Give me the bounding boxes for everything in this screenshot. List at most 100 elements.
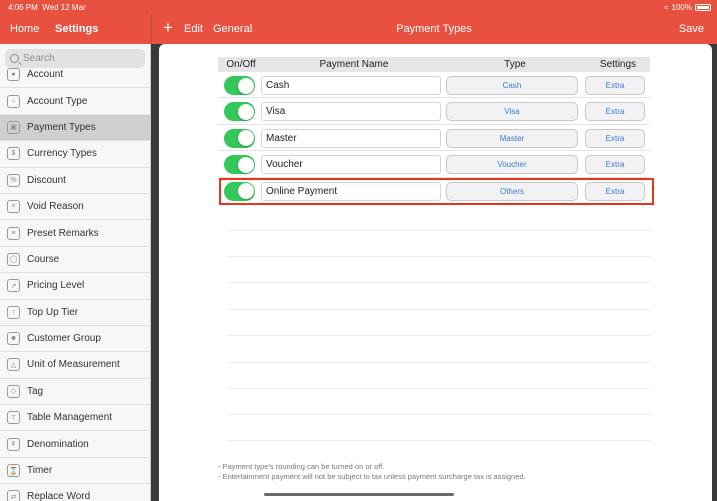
row-divider xyxy=(227,230,650,231)
sidebar: ● Account ○ Account Type ▣ Payment Types $ C… xyxy=(0,44,151,501)
sidebar-item-label: Unit of Measurement xyxy=(27,359,120,371)
sidebar-item-label: Payment Types xyxy=(27,121,96,133)
table-header: On/Off Payment Name Type Settings xyxy=(218,57,650,72)
course-icon: ◯ xyxy=(7,252,20,266)
enable-toggle[interactable] xyxy=(224,128,255,148)
sidebar-item-top-up-tier[interactable]: ↑ Top Up Tier xyxy=(0,300,150,326)
percent-icon: % xyxy=(7,173,20,187)
measure-icon: △ xyxy=(7,358,20,372)
add-icon[interactable]: + xyxy=(163,19,173,36)
battery-icon xyxy=(695,4,711,11)
search-input[interactable] xyxy=(23,53,133,64)
sidebar-item-label: Timer xyxy=(27,465,53,477)
status-bar: 4:06 PM Wed 12 Mar ≈ 100% xyxy=(0,0,717,14)
sidebar-item-pricing-level[interactable]: ↗ Pricing Level xyxy=(0,273,150,300)
type-button[interactable]: Others xyxy=(446,181,578,201)
enable-toggle[interactable] xyxy=(224,155,255,175)
general-button[interactable]: General xyxy=(213,23,252,35)
main-content: On/Off Payment Name Type Settings Cash C… xyxy=(159,44,712,501)
enable-toggle[interactable] xyxy=(224,76,255,95)
row-divider xyxy=(227,256,650,257)
sidebar-item-label: Replace Word xyxy=(27,491,91,501)
sidebar-item-label: Tag xyxy=(27,385,44,397)
sidebar-item-label: Top Up Tier xyxy=(27,306,79,318)
account-type-icon: ○ xyxy=(7,94,20,108)
row-divider xyxy=(227,440,650,441)
footnote-line: - Entertainment payment will not be subj… xyxy=(218,472,526,481)
edit-button[interactable]: Edit xyxy=(184,23,203,35)
extra-button[interactable]: Extra xyxy=(585,128,645,148)
status-battery: ≈ 100% xyxy=(664,3,711,12)
price-tag-icon: ↗ xyxy=(7,279,20,293)
search-bar[interactable] xyxy=(5,49,145,68)
payment-name-field[interactable]: Online Payment xyxy=(261,181,441,201)
sidebar-item-account-type[interactable]: ○ Account Type xyxy=(0,88,150,115)
row-divider xyxy=(227,335,650,336)
sidebar-item-course[interactable]: ◯ Course xyxy=(0,247,150,274)
extra-button[interactable]: Extra xyxy=(585,76,645,95)
sidebar-item-void-reason[interactable]: × Void Reason xyxy=(0,194,150,221)
sidebar-item-label: Denomination xyxy=(27,438,89,450)
sidebar-item-label: Customer Group xyxy=(27,333,101,345)
settings-title: Settings xyxy=(55,23,99,35)
row-divider xyxy=(227,414,650,415)
table-row: Voucher Voucher Extra xyxy=(218,151,650,178)
extra-button[interactable]: Extra xyxy=(585,102,645,122)
header-settings: Settings xyxy=(599,59,637,70)
coin-icon: ¢ xyxy=(7,437,20,451)
type-button[interactable]: Voucher xyxy=(446,155,578,175)
topbar-divider xyxy=(151,14,152,44)
save-button[interactable]: Save xyxy=(679,23,704,35)
page-title: Payment Types xyxy=(396,23,472,35)
payment-name-field[interactable]: Visa xyxy=(261,102,441,122)
footnote: - Payment type's rounding can be turned … xyxy=(218,462,526,482)
header-payment-name: Payment Name xyxy=(319,59,389,70)
sidebar-item-discount[interactable]: % Discount xyxy=(0,168,150,194)
table-row: Online Payment Others Extra xyxy=(218,178,650,204)
hourglass-icon: ⌛ xyxy=(7,464,20,478)
currency-icon: $ xyxy=(7,147,20,161)
search-icon xyxy=(10,54,19,63)
extra-button[interactable]: Extra xyxy=(585,181,645,201)
sidebar-item-timer[interactable]: ⌛ Timer xyxy=(0,458,150,485)
replace-icon: ⇄ xyxy=(7,490,20,501)
type-button[interactable]: Cash xyxy=(446,76,578,95)
top-up-icon: ↑ xyxy=(7,305,20,319)
enable-toggle[interactable] xyxy=(224,102,255,122)
home-button[interactable]: Home xyxy=(10,23,39,35)
sidebar-item-denomination[interactable]: ¢ Denomination xyxy=(0,431,150,458)
sidebar-item-currency-types[interactable]: $ Currency Types xyxy=(0,141,150,168)
home-indicator xyxy=(264,493,454,496)
status-time: 4:06 PM Wed 12 Mar xyxy=(8,3,86,12)
table-icon: ⊤ xyxy=(7,411,20,425)
sidebar-item-unit-of-measurement[interactable]: △ Unit of Measurement xyxy=(0,352,150,379)
table-row: Visa Visa Extra xyxy=(218,98,650,125)
type-button[interactable]: Visa xyxy=(446,102,578,122)
group-icon: ☻ xyxy=(7,332,20,346)
row-divider xyxy=(227,362,650,363)
wallet-icon: ▣ xyxy=(7,120,20,134)
user-icon: ● xyxy=(7,68,20,82)
void-icon: × xyxy=(7,200,20,214)
sidebar-item-customer-group[interactable]: ☻ Customer Group xyxy=(0,326,150,353)
sidebar-item-preset-remarks[interactable]: ≡ Preset Remarks xyxy=(0,220,150,247)
payment-name-field[interactable]: Master xyxy=(261,128,441,148)
sidebar-item-tag[interactable]: ◇ Tag xyxy=(0,379,150,406)
type-button[interactable]: Master xyxy=(446,128,578,148)
sidebar-item-table-management[interactable]: ⊤ Table Management xyxy=(0,405,150,432)
sidebar-item-label: Table Management xyxy=(27,412,113,424)
row-divider xyxy=(227,309,650,310)
row-divider xyxy=(227,282,650,283)
table-row: Master Master Extra xyxy=(218,125,650,152)
sidebar-item-payment-types[interactable]: ▣ Payment Types xyxy=(0,114,150,142)
sidebar-item-label: Pricing Level xyxy=(27,280,85,292)
payment-name-field[interactable]: Voucher xyxy=(261,155,441,175)
top-bar: 4:06 PM Wed 12 Mar ≈ 100% Home Settings … xyxy=(0,0,717,44)
header-type: Type xyxy=(504,59,526,70)
enable-toggle[interactable] xyxy=(224,181,255,201)
extra-button[interactable]: Extra xyxy=(585,155,645,175)
sidebar-item-replace-word[interactable]: ⇄ Replace Word xyxy=(0,484,150,501)
sidebar-item-label: Account xyxy=(27,69,64,81)
sidebar-item-label: Currency Types xyxy=(27,148,97,160)
payment-name-field[interactable]: Cash xyxy=(261,76,441,95)
